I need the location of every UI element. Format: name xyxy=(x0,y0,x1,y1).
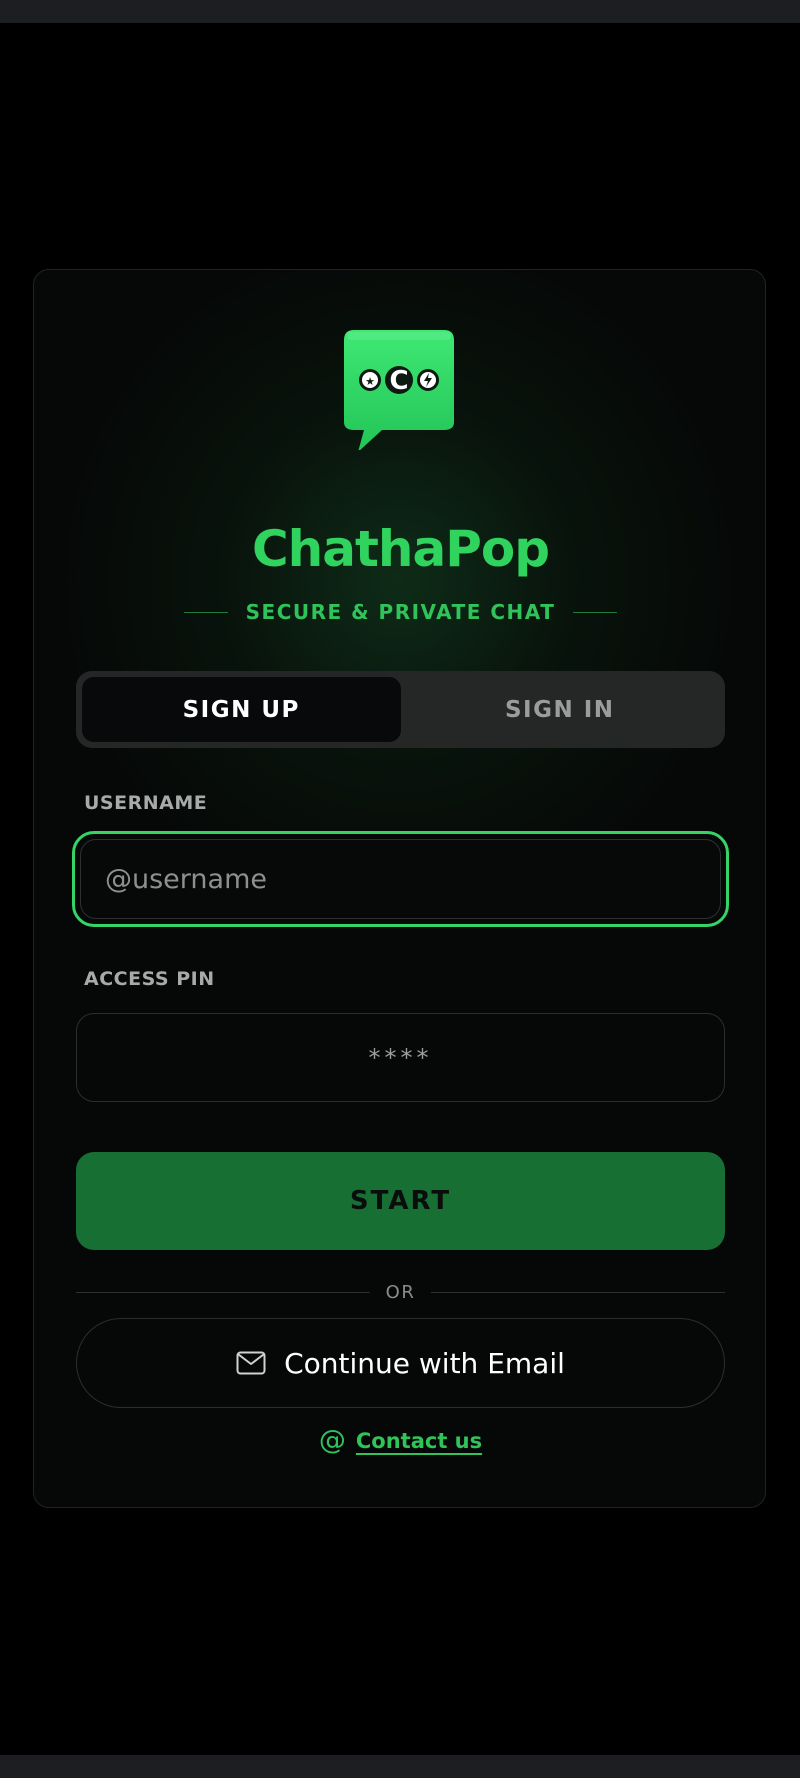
access-pin-input[interactable] xyxy=(77,1042,724,1073)
access-pin-label: ACCESS PIN xyxy=(84,968,215,990)
username-field-wrapper xyxy=(72,831,729,927)
tab-sign-in[interactable]: SIGN IN xyxy=(401,677,720,742)
contact-row: @ Contact us xyxy=(34,1425,765,1456)
username-input[interactable] xyxy=(103,862,720,896)
chat-bubble-logo-icon: ★ C xyxy=(344,330,454,450)
tagline: SECURE & PRIVATE CHAT xyxy=(245,600,556,624)
auth-tabs: SIGN UP SIGN IN xyxy=(76,671,725,748)
at-sign-icon: @ xyxy=(318,1425,346,1456)
divider-line-left xyxy=(76,1291,370,1293)
app-title: ChathaPop xyxy=(251,520,550,578)
continue-with-email-button[interactable]: Continue with Email xyxy=(76,1318,725,1408)
divider-line-right xyxy=(431,1291,725,1293)
access-pin-field xyxy=(76,1013,725,1102)
start-button[interactable]: START xyxy=(76,1152,725,1250)
auth-card: ★ C ChathaPop SECURE & PRIVATE CHAT SIGN… xyxy=(33,269,766,1508)
svg-text:★: ★ xyxy=(365,375,375,388)
tagline-row: SECURE & PRIVATE CHAT xyxy=(34,600,765,624)
contact-us-link[interactable]: Contact us xyxy=(356,1429,482,1453)
or-divider: OR xyxy=(76,1277,725,1307)
email-button-label: Continue with Email xyxy=(284,1346,565,1380)
tagline-divider-left xyxy=(183,611,228,613)
status-bar xyxy=(0,0,800,23)
mail-icon xyxy=(236,1351,266,1375)
username-field-inner xyxy=(80,839,721,919)
or-label: OR xyxy=(385,1281,416,1303)
tagline-divider-right xyxy=(573,611,618,613)
username-label: USERNAME xyxy=(84,792,208,814)
svg-text:C: C xyxy=(389,366,408,396)
navigation-bar xyxy=(0,1755,800,1778)
tab-sign-up[interactable]: SIGN UP xyxy=(82,677,401,742)
